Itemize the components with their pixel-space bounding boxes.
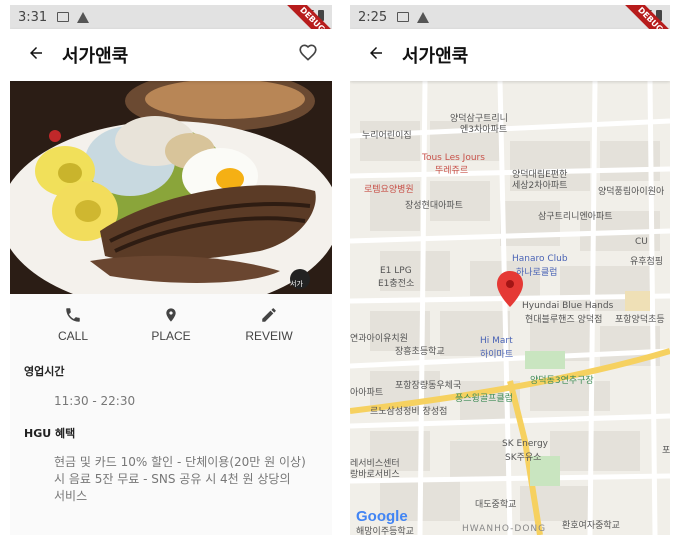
map-label: 연과아이유치원 [350, 334, 408, 344]
gallery-notification-icon [397, 12, 410, 22]
benefit-text: 현금 및 카드 10% 할인 - 단체이용(20만 원 이상) 시 음료 5잔 … [54, 454, 306, 505]
arrow-back-icon [370, 46, 382, 59]
map-label: 포항장량동우체국 [395, 381, 462, 391]
back-button[interactable] [350, 43, 402, 68]
action-row: CALL PLACE REVEIW [10, 305, 332, 349]
map-label: HWANHO-DONG [462, 524, 547, 534]
benefit-line: 현금 및 카드 10% 할인 - 단체이용(20만 원 이상) [54, 455, 306, 469]
page-title: 서가앤쿡 [62, 46, 129, 67]
map-label: 엔3차아파트 [460, 125, 508, 135]
review-label: REVEIW [245, 329, 293, 343]
favorite-button[interactable] [284, 41, 332, 69]
app-bar: 서가앤쿡 [350, 29, 670, 81]
benefit-line: 서비스 [54, 489, 88, 503]
drive-notification-icon [77, 11, 90, 23]
map-label: 장성현대아파트 [405, 201, 463, 211]
photo-watermark: 서가 [290, 279, 303, 288]
google-logo-text: Google [356, 508, 408, 525]
review-button[interactable]: REVEIW [234, 305, 304, 349]
map-label: 하나로클럽 [516, 268, 558, 278]
hours-label: 영업시간 [24, 365, 65, 378]
drive-notification-icon [417, 11, 430, 23]
map-label: 해망이주등학교 [356, 527, 414, 535]
status-bar: 3:31 DEBUG [10, 5, 332, 54]
arrow-back-icon [30, 46, 42, 59]
call-label: CALL [57, 329, 89, 343]
place-button[interactable]: PLACE [136, 305, 206, 349]
map-label: 풍스윙골프클럽 [455, 394, 513, 404]
map-label: E1 LPG [380, 266, 412, 276]
map-label: 르노삼성정비 장성점 [370, 407, 448, 417]
restaurant-photo: 서가 [10, 81, 332, 294]
call-button[interactable]: CALL [38, 305, 108, 349]
map-label: SK주유소 [505, 453, 542, 463]
heart-outline-icon [299, 44, 317, 61]
app-bar: 서가앤쿡 [10, 29, 332, 81]
map-label: Tous Les Jours [422, 153, 485, 163]
map-label: SK Energy [502, 439, 548, 449]
map-label: 로템요양병원 [364, 185, 414, 195]
phone-icon [66, 308, 80, 322]
map-label: 포 [662, 446, 670, 456]
map-label: 현대블루핸즈 양덕점 [525, 315, 603, 325]
map-label: 랑바로서비스 [350, 470, 400, 480]
map-label: 양덕풍림아이원아 [598, 187, 665, 197]
detail-screen: 3:31 DEBUG 서가앤쿡 서가 CALL PLACE REVEIW 영업시… [10, 5, 332, 535]
map-label: 환호여자중학교 [562, 521, 620, 531]
map-label: Hyundai Blue Hands [522, 301, 614, 311]
map-label: 유후첨핑 [630, 257, 664, 267]
status-bar: 2:25 DEBUG [350, 5, 670, 54]
google-map[interactable]: 양덕삼구트리니 엔3차아파트 누리어린이집 Tous Les Jours 뚜레쥬… [350, 81, 670, 535]
google-logo: Google [356, 508, 408, 525]
status-time: 2:25 [358, 9, 388, 25]
hours-value: 11:30 - 22:30 [54, 394, 136, 408]
map-label: Hi Mart [480, 336, 513, 346]
map-label: 누리어린이집 [362, 131, 412, 141]
map-label: 포항양덕초등 [615, 315, 665, 325]
place-label: PLACE [151, 329, 191, 343]
gallery-notification-icon [57, 12, 70, 22]
benefit-label: HGU 혜택 [24, 427, 76, 440]
map-label: 삼구트리니엔아파트 [538, 212, 613, 222]
map-label: E1충전소 [378, 279, 415, 289]
map-label: Hanaro Club [512, 254, 568, 264]
map-label: CU [635, 237, 648, 247]
page-title: 서가앤쿡 [402, 46, 469, 67]
map-label: 하이마트 [480, 350, 514, 360]
status-time: 3:31 [18, 9, 48, 25]
map-label: 아아파트 [350, 388, 384, 398]
map-screen: 2:25 DEBUG 서가앤쿡 양덕삼구트리니 엔3차아파트 누리어린이집 To… [350, 5, 670, 535]
benefit-line: 시 음료 5잔 무료 - SNS 공유 시 4천 원 상당의 [54, 472, 291, 486]
map-label: 양덕동3연추구장 [530, 376, 594, 386]
map-label: 뚜레쥬르 [435, 166, 469, 176]
back-button[interactable] [10, 43, 62, 68]
map-label: 대도중학교 [475, 500, 517, 510]
edit-pencil-icon [262, 308, 276, 322]
map-label: 장흥초등학교 [395, 347, 445, 357]
place-pin-icon [166, 308, 176, 322]
map-label: 세상2차아파트 [512, 181, 568, 191]
